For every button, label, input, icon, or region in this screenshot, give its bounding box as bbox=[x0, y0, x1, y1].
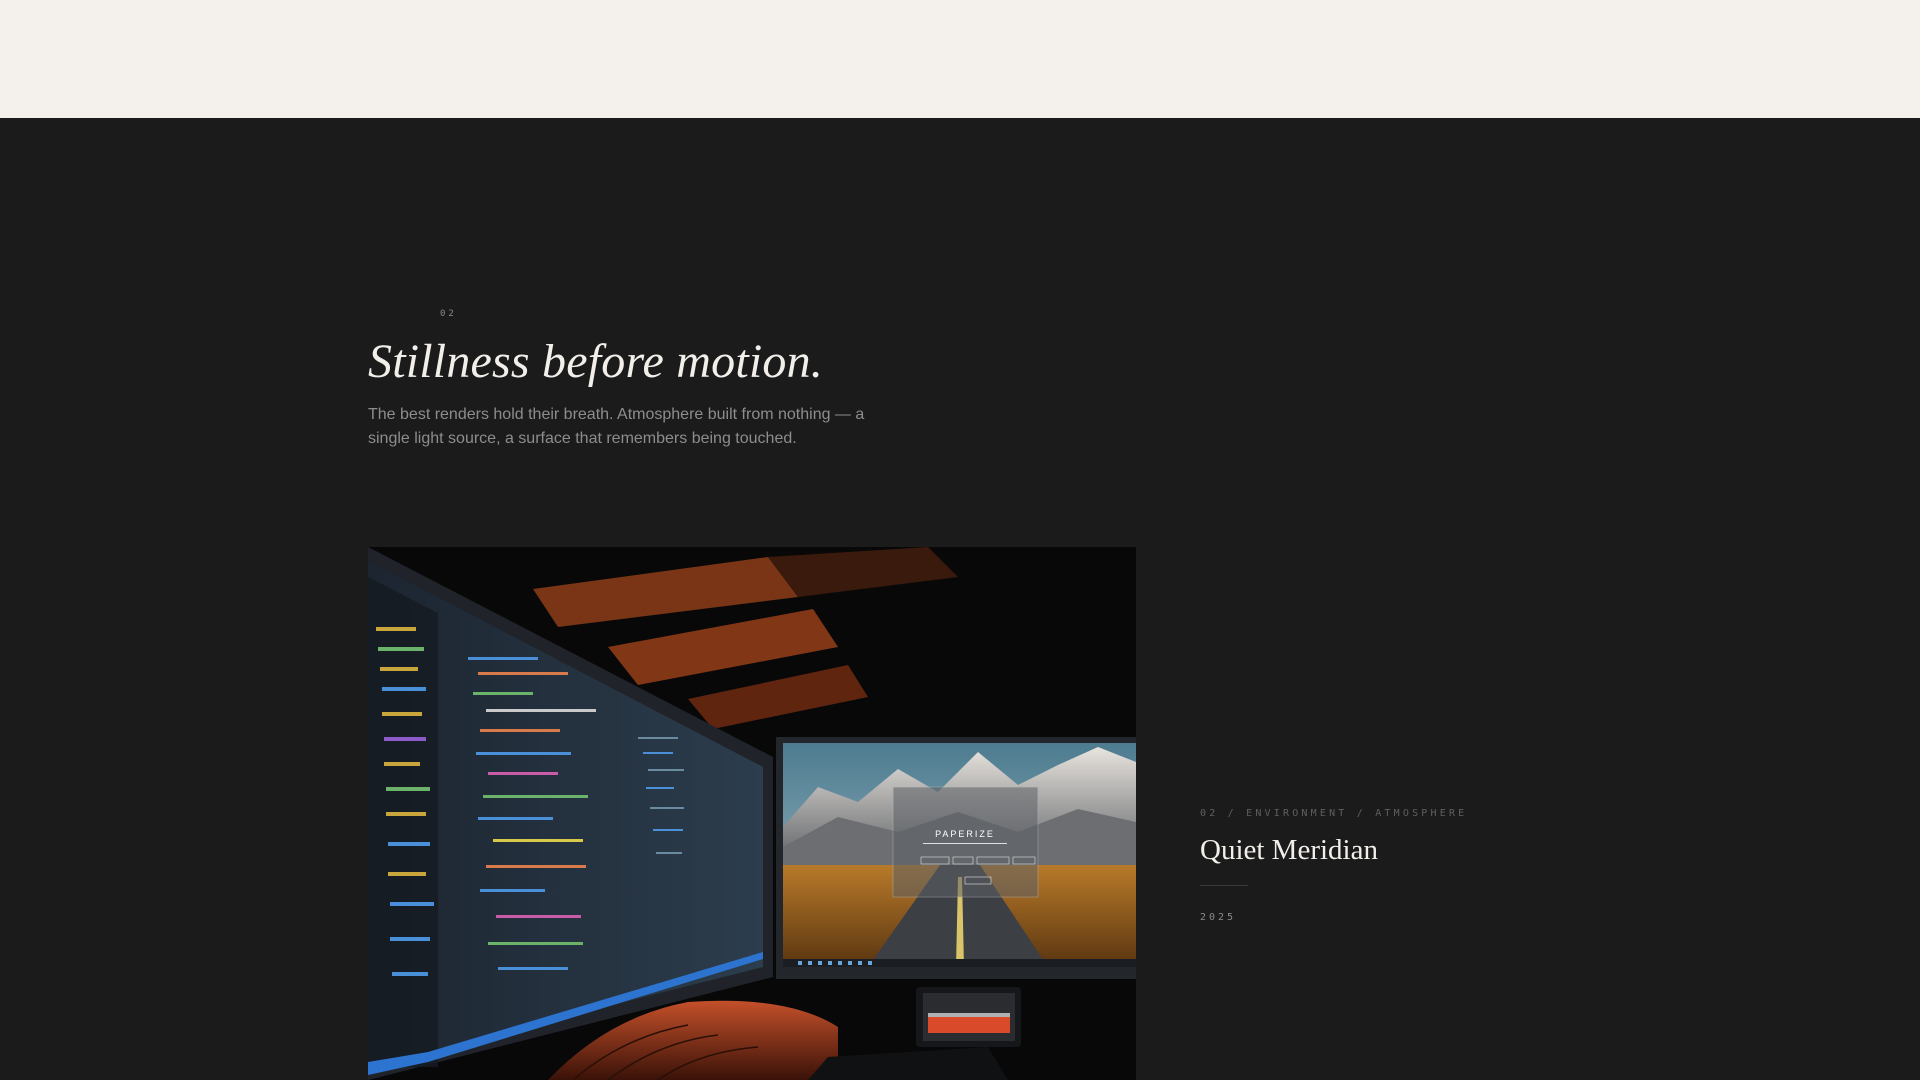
feature-image[interactable]: PAPERIZE bbox=[368, 547, 1136, 1080]
screen-app-title: PAPERIZE bbox=[935, 829, 995, 839]
title-divider bbox=[1200, 885, 1248, 886]
project-year: 2025 bbox=[1200, 912, 1237, 923]
section-number: 02 bbox=[440, 309, 457, 319]
top-band bbox=[0, 0, 1920, 118]
workstation-illustration: PAPERIZE bbox=[368, 547, 1136, 1080]
section-intro: The best renders hold their breath. Atmo… bbox=[368, 406, 865, 447]
project-kicker: 02 / ENVIRONMENT / ATMOSPHERE bbox=[1200, 808, 1468, 819]
project-title[interactable]: Quiet Meridian bbox=[1200, 834, 1378, 867]
section-headline: Stillness before motion. bbox=[368, 335, 823, 388]
